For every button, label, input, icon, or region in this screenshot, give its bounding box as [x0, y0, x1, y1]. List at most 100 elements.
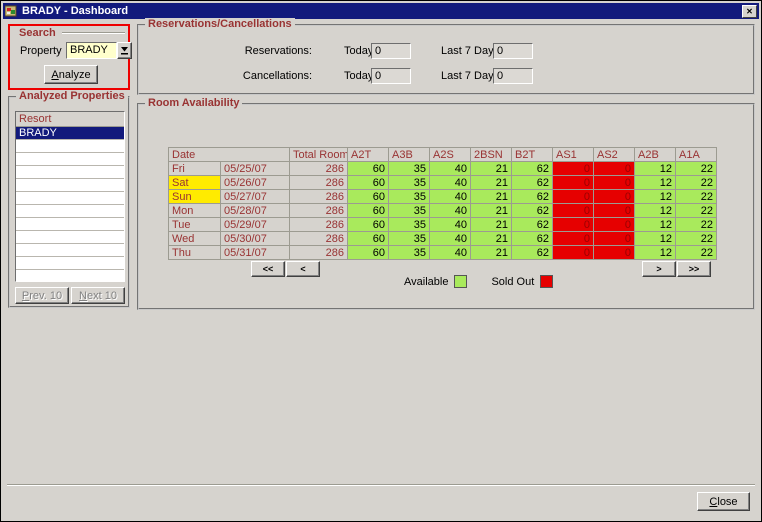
empty-list-row	[16, 244, 124, 257]
search-group-title: Search	[16, 27, 59, 39]
availability-cell: 40	[430, 176, 471, 190]
availability-cell: 22	[676, 218, 717, 232]
day-cell: Mon	[169, 204, 221, 218]
day-cell: Sat	[169, 176, 221, 190]
page-last-button[interactable]: >>	[677, 261, 711, 277]
availability-cell: 0	[594, 204, 635, 218]
date-cell: 05/25/07	[221, 162, 290, 176]
availability-cell: 35	[389, 232, 430, 246]
availability-cell: 0	[553, 176, 594, 190]
col-header-room-type: A3B	[389, 148, 430, 162]
col-header-room-type: B2T	[512, 148, 553, 162]
empty-list-row	[16, 257, 124, 270]
availability-cell: 35	[389, 162, 430, 176]
title-bar[interactable]: BRADY - Dashboard ✕	[3, 3, 759, 19]
col-header-room-type: AS1	[553, 148, 594, 162]
availability-cell: 12	[635, 190, 676, 204]
reservations-today-value: 0	[371, 43, 411, 59]
col-header-room-type: A2S	[430, 148, 471, 162]
property-input[interactable]: BRADY	[66, 42, 117, 59]
window-title: BRADY - Dashboard	[22, 5, 742, 17]
availability-cell: 0	[594, 218, 635, 232]
availability-cell: 0	[594, 190, 635, 204]
empty-list-row	[16, 166, 124, 179]
prev-10-button[interactable]: Prev. 10	[15, 287, 69, 304]
date-cell: 05/30/07	[221, 232, 290, 246]
col-header-room-type: AS2	[594, 148, 635, 162]
availability-cell: 40	[430, 190, 471, 204]
availability-cell: 62	[512, 232, 553, 246]
availability-cell: 0	[553, 204, 594, 218]
analyzed-properties-group: Analyzed Properties Resort BRADY Prev. 1…	[8, 96, 130, 308]
availability-cell: 0	[553, 246, 594, 260]
total-room-cell: 286	[290, 190, 348, 204]
availability-cell: 35	[389, 246, 430, 260]
cancellations-today-label: Today	[344, 70, 373, 82]
empty-list-row	[16, 179, 124, 192]
cancellations-last7-label: Last 7 Days	[441, 70, 499, 82]
availability-cell: 22	[676, 190, 717, 204]
page-next-button[interactable]: >	[642, 261, 676, 277]
available-swatch	[454, 275, 467, 288]
availability-cell: 60	[348, 246, 389, 260]
availability-cell: 0	[594, 176, 635, 190]
availability-cell: 12	[635, 232, 676, 246]
col-header-room-type: A2T	[348, 148, 389, 162]
availability-cell: 12	[635, 246, 676, 260]
date-cell: 05/26/07	[221, 176, 290, 190]
availability-cell: 21	[471, 176, 512, 190]
close-button[interactable]: Close	[697, 492, 750, 511]
availability-cell: 60	[348, 218, 389, 232]
soldout-swatch	[540, 275, 553, 288]
analyze-button[interactable]: Analyze	[44, 65, 98, 84]
availability-cell: 60	[348, 176, 389, 190]
availability-cell: 62	[512, 246, 553, 260]
availability-cell: 60	[348, 232, 389, 246]
empty-list-row	[16, 140, 124, 153]
availability-cell: 12	[635, 218, 676, 232]
page-prev-button[interactable]: <	[286, 261, 320, 277]
availability-cell: 22	[676, 204, 717, 218]
availability-cell: 21	[471, 218, 512, 232]
reservations-last7-value: 0	[493, 43, 533, 59]
availability-cell: 40	[430, 246, 471, 260]
availability-cell: 22	[676, 232, 717, 246]
total-room-cell: 286	[290, 204, 348, 218]
availability-cell: 35	[389, 218, 430, 232]
availability-cell: 40	[430, 204, 471, 218]
cancellations-last7-value: 0	[493, 68, 533, 84]
total-room-cell: 286	[290, 246, 348, 260]
availability-cell: 21	[471, 232, 512, 246]
room-availability-group-title: Room Availability	[145, 97, 242, 109]
availability-cell: 22	[676, 176, 717, 190]
total-room-cell: 286	[290, 232, 348, 246]
availability-cell: 12	[635, 162, 676, 176]
property-dropdown-button[interactable]	[117, 42, 132, 59]
reservations-label: Reservations:	[199, 45, 312, 57]
availability-cell: 0	[553, 232, 594, 246]
empty-list-row	[16, 270, 124, 282]
date-cell: 05/29/07	[221, 218, 290, 232]
date-cell: 05/31/07	[221, 246, 290, 260]
close-icon[interactable]: ✕	[742, 5, 757, 18]
dialog-content: Search Property BRADY Analyze Reservatio…	[3, 19, 759, 520]
app-icon	[5, 5, 18, 17]
list-item[interactable]: BRADY	[16, 127, 124, 140]
analyzed-properties-group-title: Analyzed Properties	[16, 90, 128, 102]
day-cell: Fri	[169, 162, 221, 176]
table-row: Sat05/26/072866035402162001222	[169, 176, 717, 190]
next-10-button[interactable]: Next 10	[71, 287, 125, 304]
total-room-cell: 286	[290, 162, 348, 176]
table-header-row: DateTotal RoomA2TA3BA2S2BSNB2TAS1AS2A2BA…	[169, 148, 717, 162]
availability-cell: 21	[471, 162, 512, 176]
availability-cell: 0	[594, 232, 635, 246]
reservations-group-title: Reservations/Cancellations	[145, 18, 295, 30]
groupbox-line	[62, 32, 125, 34]
col-header-room-type: A2B	[635, 148, 676, 162]
reservations-today-label: Today	[344, 45, 373, 57]
table-row: Wed05/30/072866035402162001222	[169, 232, 717, 246]
empty-list-row	[16, 153, 124, 166]
date-cell: 05/27/07	[221, 190, 290, 204]
page-first-button[interactable]: <<	[251, 261, 285, 277]
availability-cell: 40	[430, 162, 471, 176]
